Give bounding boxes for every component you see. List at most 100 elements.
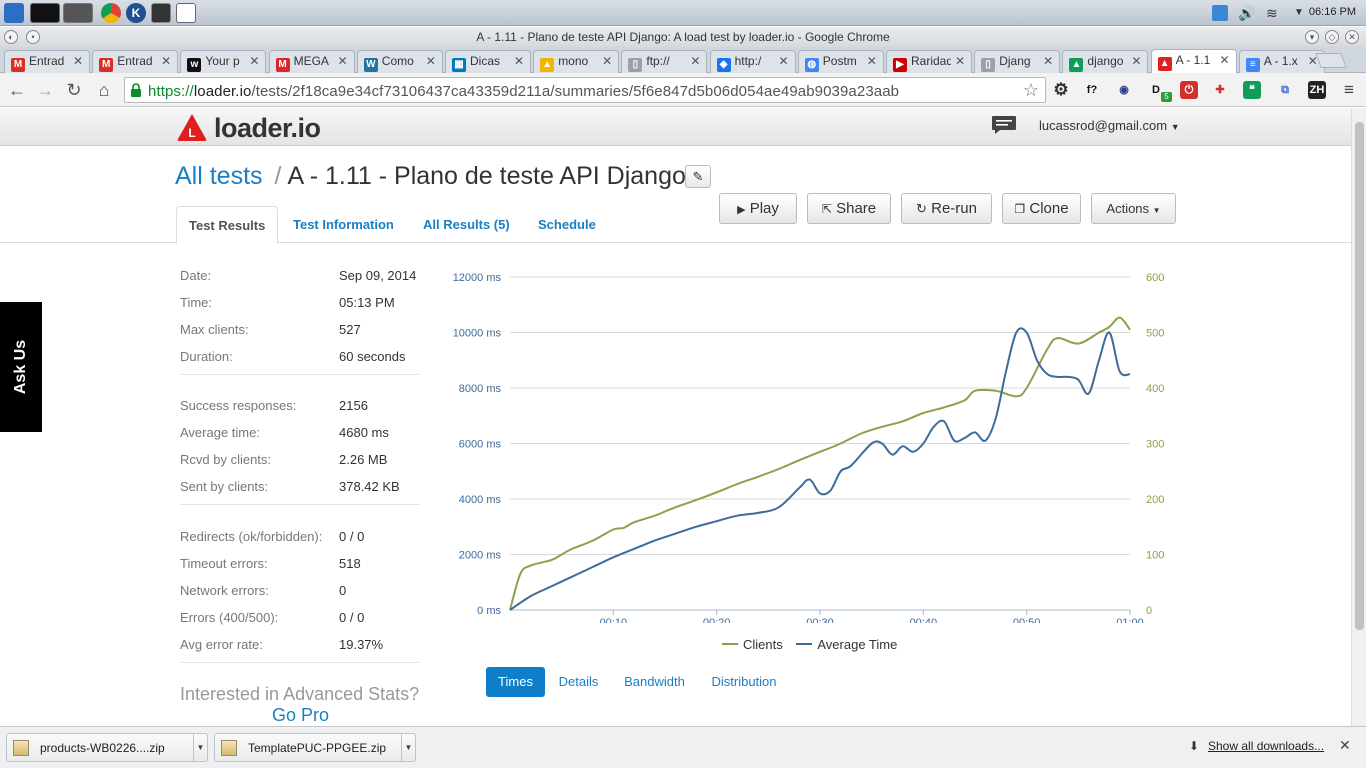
file-manager-icon[interactable] — [63, 3, 93, 23]
tab-close-icon[interactable]: ✕ — [514, 54, 524, 68]
download-item[interactable]: TemplatePUC-PPGEE.zip ▼ — [214, 733, 416, 762]
browser-tab[interactable]: ▦ Dicas ✕ — [445, 50, 531, 73]
chrome-icon[interactable] — [101, 3, 121, 23]
x-tick-label: 00:20 — [703, 617, 731, 623]
clone-button[interactable]: ❐ Clone — [1002, 193, 1081, 224]
browser-tab[interactable]: M Entrad ✕ — [4, 50, 90, 73]
hangouts-icon[interactable]: ❝ — [1243, 81, 1261, 99]
home-icon[interactable]: ⌂ — [93, 79, 115, 101]
refresh-icon: ↻ — [916, 201, 927, 216]
stat-label: Sent by clients: — [180, 479, 269, 494]
formula-icon[interactable]: f? — [1083, 81, 1101, 99]
address-bar[interactable]: https://loader.io/tests/2f18ca9e34cf7310… — [124, 77, 1046, 103]
view-tab-details[interactable]: Details — [553, 667, 604, 697]
os-clock: 06:16 PM — [1308, 6, 1356, 18]
rerun-button[interactable]: ↻ Re-run — [901, 193, 992, 224]
stats-divider — [180, 662, 420, 663]
new-tab-button[interactable] — [1315, 53, 1347, 68]
volume-icon[interactable]: 🔊 — [1238, 5, 1255, 21]
tab-close-icon[interactable]: ✕ — [690, 54, 700, 68]
gmail-icon: M — [99, 58, 114, 72]
user-menu[interactable]: lucassrod@gmail.com ▼ — [1039, 118, 1180, 133]
tab-close-icon[interactable]: ✕ — [1043, 54, 1053, 68]
tab-close-icon[interactable]: ✕ — [955, 54, 965, 68]
stop-icon[interactable]: ⏻ — [1180, 81, 1198, 99]
browser-tab[interactable]: ▯ Djang ✕ — [974, 50, 1061, 73]
browser-tab[interactable]: ▲ mono ✕ — [533, 50, 620, 73]
browser-tab-title: Raridad — [911, 54, 951, 68]
reload-icon[interactable]: ↻ — [63, 79, 85, 101]
menu-icon[interactable]: ≡ — [1340, 81, 1358, 99]
tab-close-icon[interactable]: ✕ — [73, 54, 83, 68]
tab-close-icon[interactable]: ✕ — [1131, 54, 1141, 68]
terminal-icon[interactable] — [30, 3, 60, 23]
browser-tab[interactable]: M Entrad ✕ — [92, 50, 179, 73]
tab-close-icon[interactable]: ✕ — [1220, 53, 1230, 67]
gear-icon[interactable]: ⚙ — [1052, 81, 1070, 99]
bookmark-star-icon[interactable]: ☆ — [1023, 80, 1039, 101]
go-pro-link[interactable]: Go Pro — [272, 705, 329, 726]
browser-tab[interactable]: ▯ ftp:// ✕ — [621, 50, 708, 73]
tab-close-icon[interactable]: ✕ — [161, 54, 171, 68]
browser-tab[interactable]: ▶ Raridad ✕ — [886, 50, 972, 73]
minimize-icon[interactable]: ▾ — [1305, 30, 1319, 44]
tab-test-results[interactable]: Test Results — [176, 206, 279, 244]
forward-icon[interactable]: → — [34, 79, 56, 101]
kde-menu-icon[interactable] — [4, 3, 24, 23]
browser-tab[interactable]: ◍ Postm ✕ — [797, 50, 884, 73]
pencil-icon: ✎ — [692, 169, 704, 184]
back-icon[interactable]: ← — [6, 79, 28, 101]
view-tab-bandwidth[interactable]: Bandwidth — [617, 667, 692, 697]
zip-file-icon — [221, 740, 237, 756]
breadcrumb-all-tests[interactable]: All tests — [175, 162, 263, 190]
edit-title-button[interactable]: ✎ — [685, 165, 711, 188]
browser-tab[interactable]: M MEGA ✕ — [268, 50, 355, 73]
page-heading: All tests / A - 1.11 - Plano de teste API … — [175, 162, 686, 191]
close-window-icon[interactable]: ✕ — [1345, 30, 1359, 44]
tab-close-icon[interactable]: ✕ — [338, 54, 348, 68]
show-all-downloads-link[interactable]: Show all downloads... — [1208, 739, 1324, 753]
drive-icon: ▲ — [540, 58, 555, 72]
zh-icon[interactable]: ZH — [1308, 81, 1326, 99]
share-button[interactable]: ⇱ Share — [807, 193, 891, 224]
tab-schedule[interactable]: Schedule — [526, 206, 608, 243]
actions-dropdown[interactable]: Actions ▼ — [1091, 193, 1176, 224]
browser-tab[interactable]: w Your p ✕ — [180, 50, 267, 73]
browser-tab[interactable]: ≡ A - 1.x ✕ — [1238, 50, 1325, 73]
tray-arrow-icon[interactable]: ▼ — [1294, 5, 1310, 21]
browser-tab[interactable]: ◆ http:/ ✕ — [709, 50, 796, 73]
tab-close-icon[interactable]: ✕ — [249, 54, 259, 68]
cross-icon[interactable]: ✚ — [1211, 81, 1229, 99]
browser-tab[interactable]: ▲ A - 1.1 ✕ — [1150, 49, 1237, 74]
browser-tab-strip: M Entrad ✕ M Entrad ✕ w Your p ✕ M MEGA ✕ W Como ✕ ▦ Dic… — [0, 47, 1366, 74]
drive-icon: ▲ — [1069, 58, 1084, 72]
calendar-icon[interactable] — [176, 3, 196, 23]
dropbox-icon[interactable] — [1212, 5, 1228, 21]
cast-icon[interactable]: ⧉ — [1276, 81, 1294, 99]
wifi-icon[interactable]: ≋ — [1266, 5, 1282, 21]
tab-test-information[interactable]: Test Information — [281, 206, 406, 243]
browser-tab-title: A - 1.x — [1263, 54, 1298, 68]
chat-icon[interactable] — [991, 115, 1017, 135]
browser-tab[interactable]: W Como ✕ — [356, 50, 443, 73]
download-item[interactable]: products-WB0226....zip ▼ — [6, 733, 208, 762]
ask-us-button[interactable]: Ask Us — [0, 302, 42, 432]
tab-close-icon[interactable]: ✕ — [602, 54, 612, 68]
page-scrollbar[interactable] — [1351, 108, 1366, 726]
console-icon[interactable] — [151, 3, 171, 23]
browser-tab[interactable]: ▲ django ✕ — [1062, 50, 1149, 73]
view-tab-distribution[interactable]: Distribution — [704, 667, 784, 697]
tab-close-icon[interactable]: ✕ — [867, 54, 877, 68]
download-menu-icon[interactable]: ▼ — [401, 734, 415, 761]
play-button[interactable]: ▶ Play — [719, 193, 797, 224]
scrollbar-thumb[interactable] — [1355, 122, 1364, 630]
close-downloads-icon[interactable]: ✕ — [1339, 737, 1351, 754]
download-menu-icon[interactable]: ▼ — [193, 734, 207, 761]
maximize-icon[interactable]: ◇ — [1325, 30, 1339, 44]
k-app-icon[interactable]: K — [126, 3, 146, 23]
tab-all-results[interactable]: All Results (5) — [411, 206, 522, 243]
view-tab-times[interactable]: Times — [486, 667, 545, 697]
tab-close-icon[interactable]: ✕ — [779, 54, 789, 68]
tab-close-icon[interactable]: ✕ — [426, 54, 436, 68]
magnifier-icon[interactable]: ◉ — [1115, 81, 1133, 99]
